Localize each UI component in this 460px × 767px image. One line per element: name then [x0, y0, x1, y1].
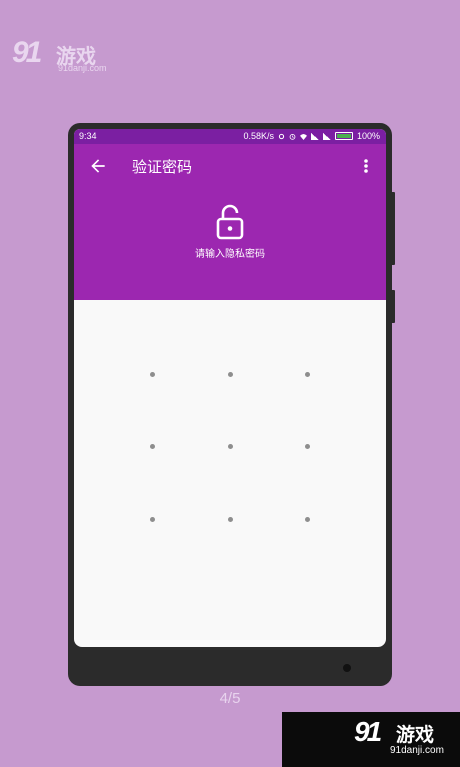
alarm-icon: [289, 133, 296, 140]
network-speed: 0.58K/s: [243, 131, 274, 141]
more-vert-icon[interactable]: [358, 156, 374, 176]
battery-percent: 100%: [356, 131, 380, 141]
watermark-url-bottom: 91danji.com: [390, 745, 444, 756]
watermark-url: 91danji.com: [58, 63, 107, 73]
pattern-dot-3[interactable]: [305, 372, 310, 377]
pattern-dot-9[interactable]: [305, 517, 310, 522]
watermark-number: 91: [12, 36, 42, 69]
lock-open-icon: [216, 204, 244, 240]
watermark-logo-bottom: 91 游戏 91danji.com: [282, 712, 460, 767]
settings-icon: [278, 133, 285, 139]
wifi-icon: [299, 133, 307, 140]
volume-button: [391, 192, 395, 265]
pattern-dot-4[interactable]: [150, 444, 155, 449]
battery-icon: [334, 132, 353, 140]
status-time: 9:34: [79, 131, 97, 141]
signal-icon-2: [322, 132, 331, 140]
power-button: [391, 290, 395, 323]
sensor-dot: [343, 664, 351, 672]
watermark-number-bottom: 91: [354, 716, 382, 747]
pattern-dot-2[interactable]: [228, 372, 233, 377]
status-right: 0.58K/s 100%: [243, 131, 380, 141]
pattern-dot-7[interactable]: [150, 517, 155, 522]
password-prompt: 请输入隐私密码: [195, 249, 265, 260]
watermark-name-bottom: 游戏: [396, 724, 435, 746]
status-bar: 9:34 0.58K/s 100%: [74, 129, 386, 144]
page-title: 验证密码: [132, 158, 193, 176]
pattern-dot-8[interactable]: [228, 517, 233, 522]
signal-icon: [310, 132, 319, 140]
page-indicator: 4/5: [219, 690, 241, 707]
watermark-logo-top: 91 游戏 91danji.com: [12, 36, 112, 76]
pattern-dot-6[interactable]: [305, 444, 310, 449]
pattern-dot-5[interactable]: [228, 444, 233, 449]
phone-screen: 9:34 0.58K/s 100% 验证密码 请输入隐私密码: [74, 129, 386, 647]
app-bar: 验证密码 请输入隐私密码: [74, 144, 386, 300]
pattern-dot-1[interactable]: [150, 372, 155, 377]
back-arrow-icon[interactable]: [88, 156, 108, 176]
